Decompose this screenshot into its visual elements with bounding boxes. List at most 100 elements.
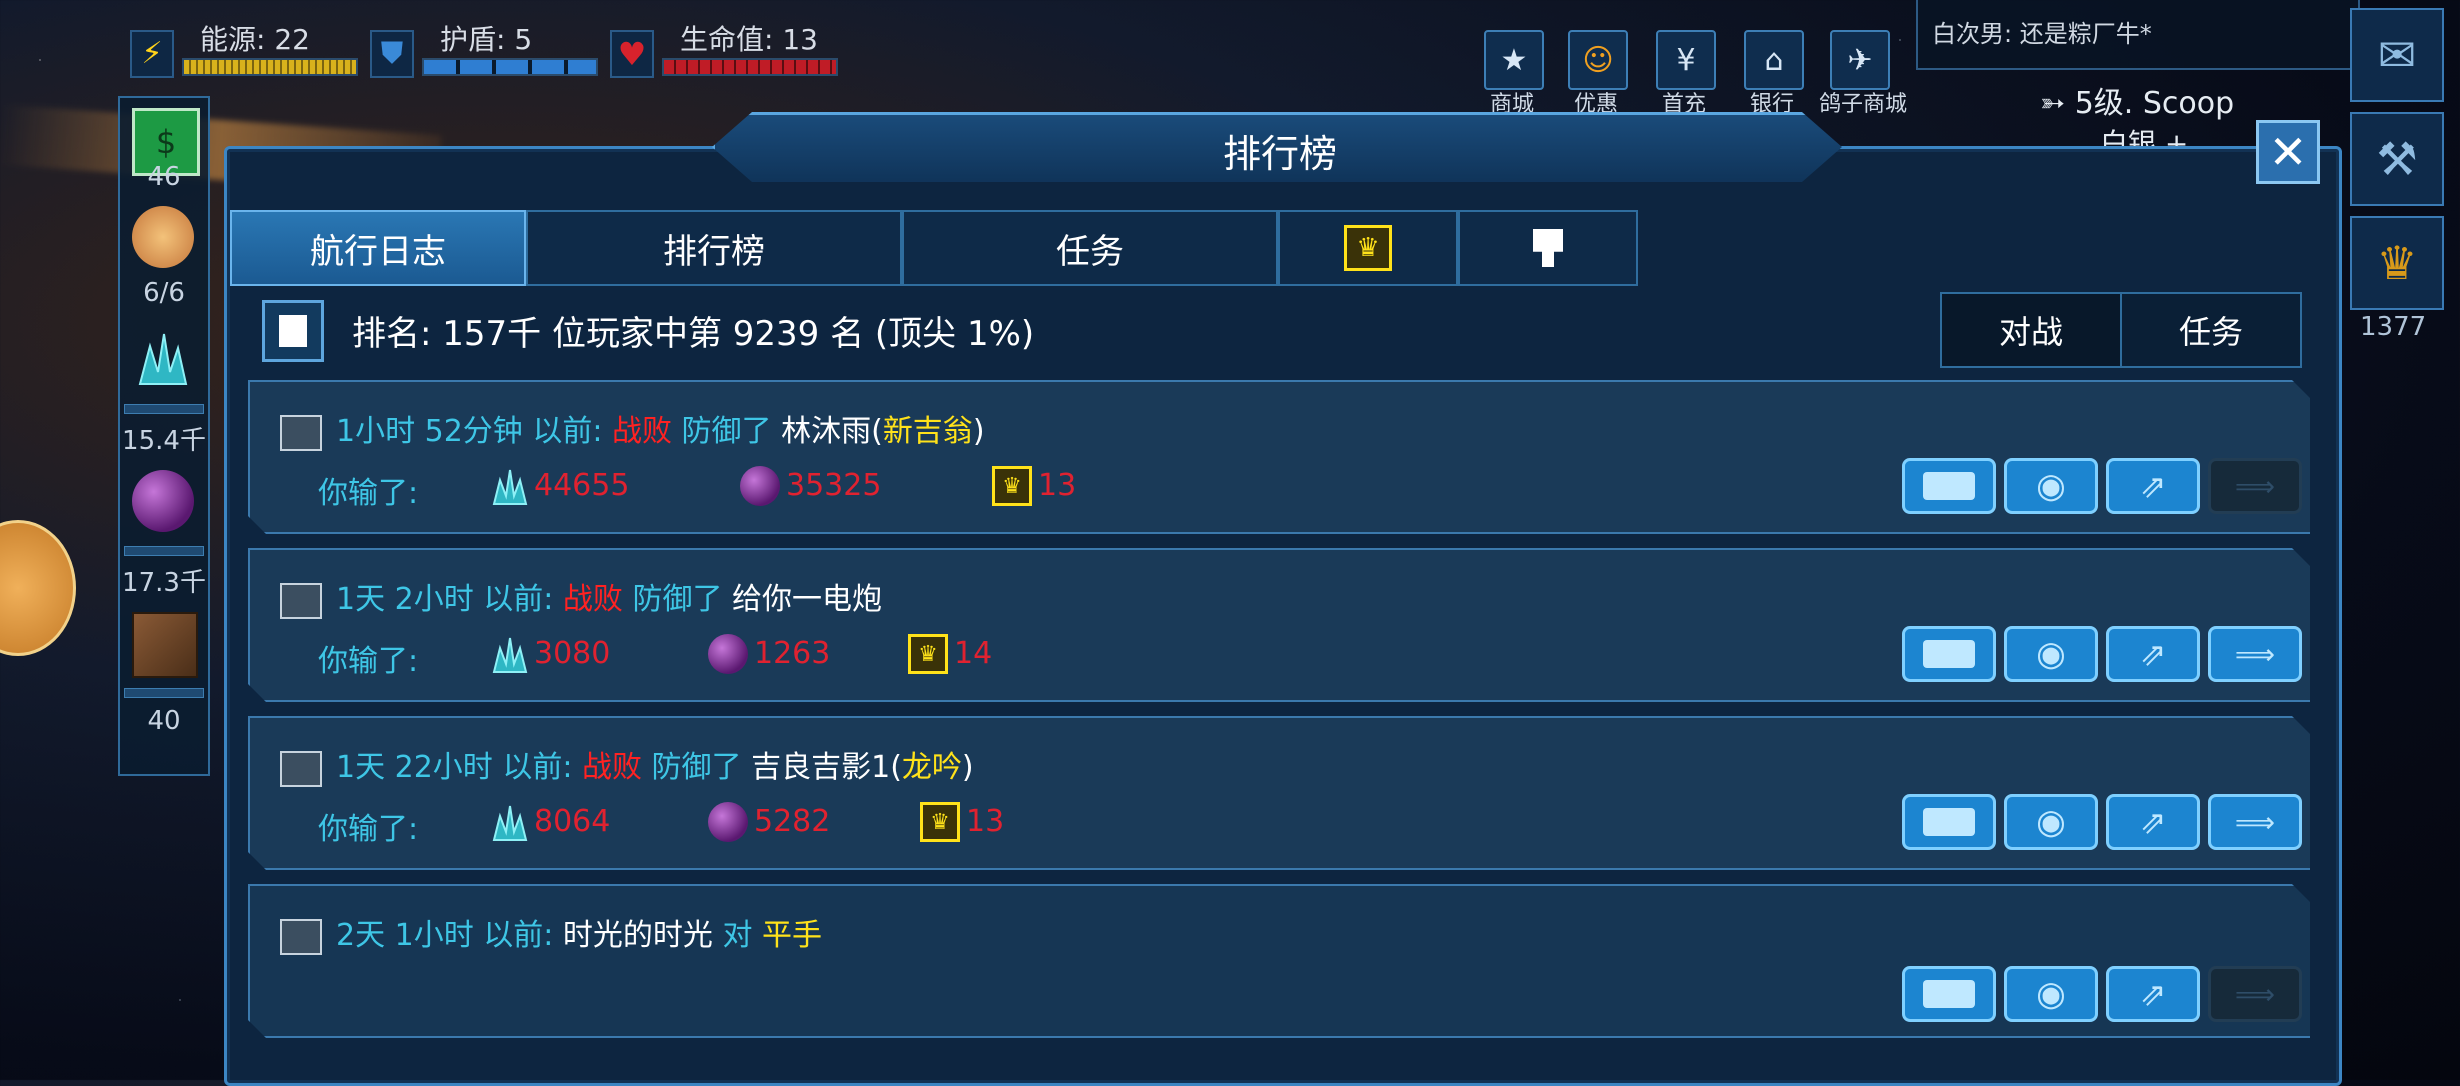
- bank-icon[interactable]: ⌂: [1744, 30, 1804, 90]
- crystal-icon: [490, 802, 530, 842]
- separator: [124, 404, 204, 414]
- replay-button[interactable]: [1902, 458, 1996, 514]
- edit-icon: [280, 919, 322, 955]
- view-button[interactable]: ◉: [2004, 626, 2098, 682]
- trophy-icon: ♛: [992, 466, 1032, 506]
- trophy-icon[interactable]: ♛: [2350, 216, 2444, 310]
- cargo-value: 40: [147, 706, 181, 736]
- document-icon: [262, 300, 324, 362]
- entry-versus: 对: [722, 918, 753, 953]
- hammer-icon[interactable]: ⚒: [2350, 112, 2444, 206]
- pigeon-shop-icon[interactable]: ✈: [1830, 30, 1890, 90]
- energy-stat: ⚡ 能源: 22: [130, 14, 360, 78]
- attack-button[interactable]: ⟹: [2208, 966, 2302, 1022]
- entry-time: 1天 22小时 以前:: [336, 750, 573, 785]
- view-button[interactable]: ◉: [2004, 458, 2098, 514]
- entry-opponent: 给你一电炮: [732, 582, 882, 617]
- attack-button[interactable]: ⟹: [2208, 794, 2302, 850]
- shield-icon: ⛊: [370, 30, 414, 78]
- orb-icon: [132, 470, 194, 532]
- trophy-icon: ♛: [920, 802, 960, 842]
- lost-orb: 1263: [754, 636, 831, 671]
- chat-message: 白次男: 还是粽厂牛*: [1932, 20, 2152, 48]
- entry-header: 1天 2小时 以前: 战败 防御了 给你一电炮: [280, 574, 882, 619]
- trophy-icon: ♛: [1344, 225, 1392, 271]
- tab-profile[interactable]: [1458, 210, 1638, 286]
- share-button[interactable]: ⇗: [2106, 458, 2200, 514]
- sword-icon: ⟹: [2234, 977, 2276, 1011]
- log-entry: 2天 1小时 以前: 时光的时光 对 平手 ◉ ⇗ ⟹: [248, 884, 2314, 1038]
- pigeon-shop-label: 鸽子商城: [1818, 92, 1907, 117]
- lost-crystal: 44655: [534, 468, 630, 503]
- shield-label: 护盾: 5: [440, 23, 533, 56]
- chat-bubble-icon[interactable]: ✉: [2350, 8, 2444, 102]
- eye-icon: ◉: [2036, 802, 2066, 842]
- attack-button[interactable]: ⟹: [2208, 458, 2302, 514]
- edit-icon: [280, 415, 322, 451]
- entry-opponent: 时光的时光: [562, 918, 713, 953]
- segment-missions[interactable]: 任务: [2120, 292, 2302, 368]
- external-link-icon: ⇗: [2139, 467, 2167, 505]
- lost-crystal: 3080: [534, 636, 611, 671]
- tab-leaderboard[interactable]: 排行榜: [526, 210, 902, 286]
- lightning-icon: ⚡: [130, 30, 174, 78]
- deal-icon[interactable]: ☺: [1568, 30, 1628, 90]
- lost-label: 你输了:: [318, 812, 419, 847]
- orb-value: 17.3千: [122, 568, 206, 598]
- crystal-icon: [490, 466, 530, 506]
- health-bar: [662, 58, 838, 76]
- crew-icon[interactable]: [132, 206, 194, 268]
- tab-voyage-log[interactable]: 航行日志: [230, 210, 526, 286]
- view-button[interactable]: ◉: [2004, 794, 2098, 850]
- separator: [124, 688, 204, 698]
- entry-result: 战败: [612, 414, 672, 449]
- share-button[interactable]: ⇗: [2106, 794, 2200, 850]
- player-level-text: 5级. Scoop: [2074, 86, 2235, 121]
- tab-trophy[interactable]: ♛: [1278, 210, 1458, 286]
- entry-action: 防御了: [651, 750, 742, 785]
- entry-result: 战败: [562, 582, 623, 617]
- share-button[interactable]: ⇗: [2106, 626, 2200, 682]
- side-number: 1377: [2360, 312, 2427, 342]
- energy-label: 能源: 22: [200, 23, 310, 56]
- close-icon: ✕: [2268, 125, 2308, 179]
- lost-trophy: 13: [966, 804, 1005, 839]
- entry-result: 战败: [582, 750, 642, 785]
- shield-bar: [422, 58, 598, 76]
- lost-orb: 35325: [786, 468, 882, 503]
- replay-button[interactable]: [1902, 794, 1996, 850]
- panel-title-text: 排行榜: [1222, 131, 1337, 176]
- shop-icon[interactable]: ★: [1484, 30, 1544, 90]
- share-button[interactable]: ⇗: [2106, 966, 2200, 1022]
- entry-action: 防御了: [681, 414, 772, 449]
- sword-icon: ⟹: [2234, 637, 2276, 671]
- replay-button[interactable]: [1902, 966, 1996, 1022]
- tab-label: 航行日志: [310, 231, 446, 272]
- attack-button[interactable]: ⟹: [2208, 626, 2302, 682]
- energy-bar: [182, 58, 358, 76]
- sword-icon: ⟹: [2234, 805, 2276, 839]
- segment-label: 任务: [2178, 313, 2243, 351]
- entry-header: 1天 22小时 以前: 战败 防御了 吉良吉影1(龙吟): [280, 742, 974, 787]
- external-link-icon: ⇗: [2139, 975, 2167, 1013]
- first-recharge-icon[interactable]: ¥: [1656, 30, 1716, 90]
- lost-crystal: 8064: [534, 804, 611, 839]
- trophy-icon: ♛: [908, 634, 948, 674]
- camera-icon: [1923, 808, 1975, 836]
- entry-opponent: 吉良吉影1: [751, 750, 891, 785]
- log-entry: 1天 22小时 以前: 战败 防御了 吉良吉影1(龙吟) 你输了: 8064 5…: [248, 716, 2314, 870]
- health-stat: ♥ 生命值: 13: [610, 14, 840, 78]
- segment-battle[interactable]: 对战: [1940, 292, 2122, 368]
- entry-header: 2天 1小时 以前: 时光的时光 对 平手: [280, 910, 822, 955]
- entry-time: 2天 1小时 以前:: [336, 918, 554, 953]
- sword-icon: ⟹: [2234, 469, 2276, 503]
- tab-missions[interactable]: 任务: [902, 210, 1278, 286]
- close-button[interactable]: ✕: [2256, 120, 2320, 184]
- chat-bar[interactable]: 白次男: 还是粽厂牛*: [1916, 0, 2360, 70]
- crew-value: 6/6: [143, 278, 185, 308]
- view-button[interactable]: ◉: [2004, 966, 2098, 1022]
- eye-icon: ◉: [2036, 466, 2066, 506]
- cargo-icon: [132, 612, 198, 678]
- replay-button[interactable]: [1902, 626, 1996, 682]
- log-entry: 1天 2小时 以前: 战败 防御了 给你一电炮 你输了: 3080 1263 ♛…: [248, 548, 2314, 702]
